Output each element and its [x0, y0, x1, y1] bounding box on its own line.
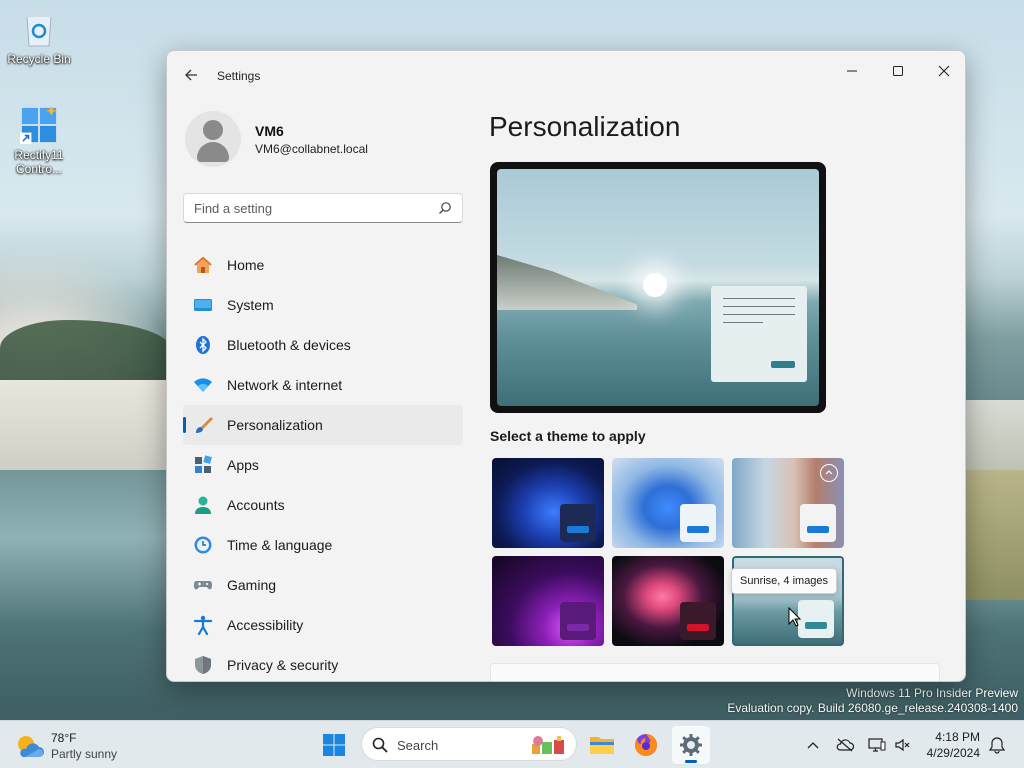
close-button[interactable] — [921, 55, 965, 87]
spotlight-icon — [820, 464, 838, 482]
cloud-sync-tray-icon[interactable] — [833, 721, 857, 768]
maximize-button[interactable] — [875, 55, 921, 87]
gear-icon — [680, 734, 702, 756]
settings-taskbar-button[interactable] — [672, 726, 710, 764]
settings-card — [490, 663, 940, 681]
clock-globe-icon — [193, 535, 213, 555]
theme-preview — [490, 162, 826, 413]
sidebar-item-personalization[interactable]: Personalization — [183, 405, 463, 445]
volume-tray-icon[interactable] — [890, 721, 914, 768]
firefox-icon — [635, 734, 657, 756]
sidebar-item-home[interactable]: Home — [183, 245, 463, 285]
gamepad-icon — [193, 575, 213, 595]
title-bar[interactable]: Settings — [167, 51, 965, 99]
network-tray-icon[interactable] — [865, 721, 889, 768]
sidebar-item-gaming[interactable]: Gaming — [183, 565, 463, 605]
weather-condition: Partly sunny — [51, 747, 118, 761]
back-button[interactable] — [181, 65, 201, 85]
recycle-bin-icon — [20, 10, 58, 48]
search-highlight-icon — [532, 736, 564, 754]
theme-tile-windows-dark[interactable] — [492, 458, 604, 548]
window-title: Settings — [217, 69, 261, 83]
weather-temp: 78°F — [51, 731, 77, 745]
theme-tile-windows-light[interactable] — [612, 458, 724, 548]
profile-name: VM6 — [255, 123, 284, 139]
folder-icon — [590, 737, 614, 754]
sidebar-item-time-language[interactable]: Time & language — [183, 525, 463, 565]
taskbar-search[interactable]: Search — [361, 727, 577, 761]
desktop-icon-recycle-bin[interactable]: Recycle Bin — [1, 10, 77, 66]
theme-section-heading: Select a theme to apply — [490, 428, 646, 444]
accessibility-icon — [193, 615, 213, 635]
sidebar-item-accounts[interactable]: Accounts — [183, 485, 463, 525]
sidebar-item-accessibility[interactable]: Accessibility — [183, 605, 463, 645]
taskbar: 78°F Partly sunny Search 4:18 PM 4/29/20… — [0, 720, 1024, 768]
firefox-button[interactable] — [627, 726, 665, 764]
control-panel-icon — [20, 106, 58, 144]
sidebar-item-bluetooth[interactable]: Bluetooth & devices — [183, 325, 463, 365]
profile-email: VM6@collabnet.local — [255, 142, 368, 156]
file-explorer-button[interactable] — [583, 726, 621, 764]
evaluation-watermark: Windows 11 Pro Insider Preview Evaluatio… — [727, 686, 1018, 715]
page-title: Personalization — [489, 111, 681, 142]
start-button[interactable] — [315, 726, 353, 764]
sidebar-item-privacy[interactable]: Privacy & security — [183, 645, 463, 681]
sidebar-item-network[interactable]: Network & internet — [183, 365, 463, 405]
clock-time: 4:18 PM — [935, 730, 980, 744]
personalization-page: Personalization Select a theme to apply — [489, 107, 959, 681]
wifi-icon — [193, 375, 213, 395]
sidebar-item-system[interactable]: System — [183, 285, 463, 325]
minimize-icon — [847, 70, 857, 72]
notifications-button[interactable] — [985, 721, 1009, 768]
speaker-muted-icon — [895, 738, 910, 752]
clock-date: 4/29/2024 — [926, 746, 980, 760]
show-hidden-icons-button[interactable] — [801, 721, 825, 768]
desktop-icon-rectify11[interactable]: Rectify11 Contro... — [1, 106, 77, 176]
sidebar-item-apps[interactable]: Apps — [183, 445, 463, 485]
theme-tile-spotlight[interactable] — [732, 458, 844, 548]
minimize-button[interactable] — [829, 55, 875, 87]
wallpaper-field-right — [964, 470, 1024, 600]
bell-icon — [989, 737, 1005, 754]
theme-tooltip: Sunrise, 4 images — [731, 568, 838, 594]
partly-sunny-icon — [18, 736, 44, 757]
home-icon — [193, 255, 213, 275]
avatar — [185, 111, 241, 167]
system-icon — [193, 295, 213, 315]
windows-logo-icon — [323, 734, 345, 756]
settings-window: Settings VM6 VM6@collabnet.local Find a … — [166, 50, 966, 682]
shield-icon — [193, 655, 213, 675]
close-icon — [938, 65, 950, 77]
search-placeholder: Find a setting — [194, 201, 273, 216]
search-icon — [439, 202, 451, 214]
theme-tile-captured-motion[interactable] — [612, 556, 724, 646]
taskbar-clock[interactable]: 4:18 PM 4/29/2024 — [922, 729, 980, 761]
sidebar-nav: Home System Bluetooth & devices Network … — [183, 245, 463, 681]
theme-tile-glow[interactable] — [492, 556, 604, 646]
bluetooth-icon — [193, 335, 213, 355]
brush-icon — [193, 415, 213, 435]
accounts-icon — [193, 495, 213, 515]
taskbar-search-label: Search — [397, 738, 439, 753]
cloud-off-icon — [836, 738, 854, 752]
preview-window-card — [711, 286, 807, 382]
apps-icon — [193, 455, 213, 475]
mouse-cursor-icon — [788, 607, 802, 627]
chevron-up-icon — [807, 742, 819, 749]
maximize-icon — [893, 66, 903, 76]
desktop-icon-label: Recycle Bin — [7, 52, 71, 66]
search-input[interactable]: Find a setting — [183, 193, 463, 223]
wallpaper-shore — [0, 380, 170, 470]
search-icon — [372, 737, 388, 753]
network-monitor-icon — [868, 738, 886, 752]
desktop-icon-label: Rectify11 Contro... — [14, 148, 64, 176]
back-arrow-icon — [185, 69, 197, 81]
